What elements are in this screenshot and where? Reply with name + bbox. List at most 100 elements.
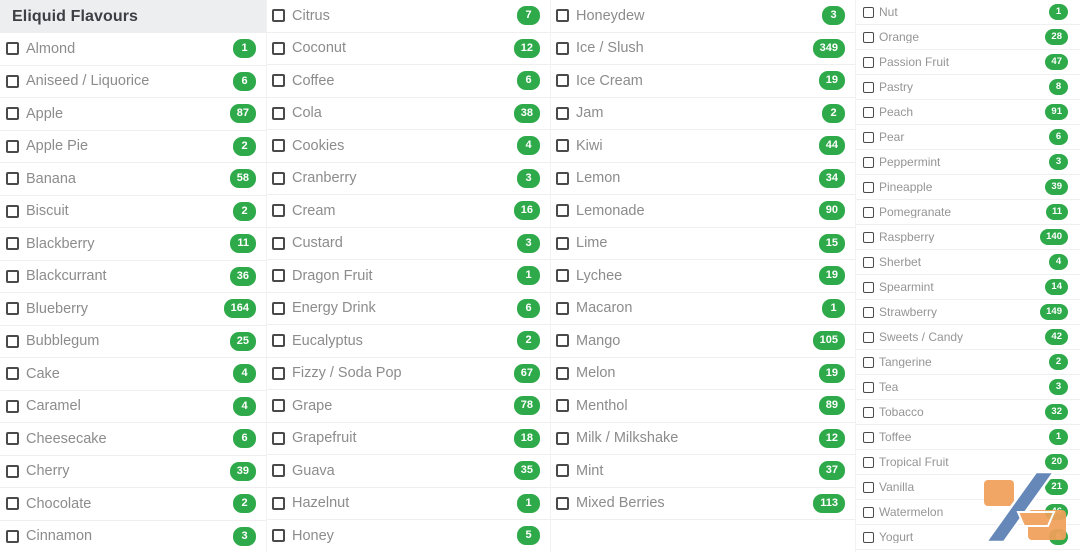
flavour-row[interactable]: Spearmint 14 <box>855 275 1080 300</box>
checkbox-unchecked-icon[interactable] <box>863 156 874 168</box>
checkbox-unchecked-icon[interactable] <box>556 204 569 218</box>
checkbox-unchecked-icon[interactable] <box>556 496 569 510</box>
checkbox-unchecked-icon[interactable] <box>863 431 874 443</box>
checkbox-unchecked-icon[interactable] <box>556 464 569 478</box>
checkbox-unchecked-icon[interactable] <box>863 206 874 218</box>
flavour-row[interactable]: Pineapple 39 <box>855 175 1080 200</box>
checkbox-unchecked-icon[interactable] <box>556 334 569 348</box>
checkbox-unchecked-icon[interactable] <box>6 74 19 88</box>
checkbox-unchecked-icon[interactable] <box>556 106 569 120</box>
flavour-row[interactable]: Honeydew 3 <box>550 0 855 33</box>
checkbox-unchecked-icon[interactable] <box>556 301 569 315</box>
checkbox-unchecked-icon[interactable] <box>863 106 874 118</box>
checkbox-unchecked-icon[interactable] <box>863 6 874 18</box>
flavour-row[interactable]: Grape 78 <box>266 390 550 423</box>
flavour-row[interactable]: Chocolate 2 <box>0 488 266 521</box>
flavour-row[interactable]: Fizzy / Soda Pop 67 <box>266 358 550 390</box>
checkbox-unchecked-icon[interactable] <box>863 231 874 243</box>
flavour-row[interactable]: Yogurt 6 <box>855 525 1080 550</box>
flavour-row[interactable]: Cherry 39 <box>0 456 266 488</box>
checkbox-unchecked-icon[interactable] <box>6 302 19 316</box>
flavour-row[interactable]: Jam 2 <box>550 98 855 130</box>
flavour-row[interactable]: Lemonade 90 <box>550 195 855 228</box>
checkbox-unchecked-icon[interactable] <box>6 497 19 511</box>
flavour-row[interactable]: Mixed Berries 113 <box>550 488 855 520</box>
flavour-row[interactable]: Mint 37 <box>550 455 855 488</box>
flavour-row[interactable]: Pear 6 <box>855 125 1080 150</box>
flavour-row[interactable]: Blackcurrant 36 <box>0 261 266 293</box>
flavour-row[interactable]: Dragon Fruit 1 <box>266 260 550 293</box>
checkbox-unchecked-icon[interactable] <box>272 41 285 55</box>
flavour-row[interactable]: Tropical Fruit 20 <box>855 450 1080 475</box>
flavour-row[interactable]: Sweets / Candy 42 <box>855 325 1080 350</box>
checkbox-unchecked-icon[interactable] <box>863 56 874 68</box>
flavour-row[interactable]: Almond 1 <box>0 33 266 66</box>
flavour-row[interactable]: Cookies 4 <box>266 130 550 163</box>
flavour-row[interactable]: Cheesecake 6 <box>0 423 266 456</box>
flavour-row[interactable]: Lime 15 <box>550 228 855 260</box>
flavour-row[interactable]: Raspberry 140 <box>855 225 1080 250</box>
checkbox-unchecked-icon[interactable] <box>863 506 874 518</box>
flavour-row[interactable]: Pastry 8 <box>855 75 1080 100</box>
flavour-row[interactable]: Coffee 6 <box>266 65 550 98</box>
checkbox-unchecked-icon[interactable] <box>863 406 874 418</box>
flavour-row[interactable]: Blackberry 11 <box>0 228 266 261</box>
checkbox-unchecked-icon[interactable] <box>272 529 285 543</box>
checkbox-unchecked-icon[interactable] <box>6 139 19 153</box>
flavour-row[interactable]: Hazelnut 1 <box>266 488 550 520</box>
flavour-row[interactable]: Citrus 7 <box>266 0 550 33</box>
checkbox-unchecked-icon[interactable] <box>6 399 19 413</box>
flavour-row[interactable]: Banana 58 <box>0 163 266 196</box>
flavour-row[interactable]: Sherbet 4 <box>855 250 1080 275</box>
checkbox-unchecked-icon[interactable] <box>6 432 19 446</box>
checkbox-unchecked-icon[interactable] <box>863 456 874 468</box>
flavour-row[interactable]: Mango 105 <box>550 325 855 358</box>
checkbox-unchecked-icon[interactable] <box>6 464 19 478</box>
checkbox-unchecked-icon[interactable] <box>863 531 874 543</box>
flavour-row[interactable]: Toffee 1 <box>855 425 1080 450</box>
flavour-row[interactable]: Milk / Milkshake 12 <box>550 423 855 455</box>
checkbox-unchecked-icon[interactable] <box>272 366 285 380</box>
flavour-row[interactable]: Vanilla 21 <box>855 475 1080 500</box>
checkbox-unchecked-icon[interactable] <box>863 356 874 368</box>
checkbox-unchecked-icon[interactable] <box>556 9 569 23</box>
flavour-row[interactable]: Tobacco 32 <box>855 400 1080 425</box>
checkbox-unchecked-icon[interactable] <box>863 131 874 143</box>
flavour-row[interactable]: Cake 4 <box>0 358 266 391</box>
checkbox-unchecked-icon[interactable] <box>556 399 569 413</box>
flavour-row[interactable]: Energy Drink 6 <box>266 293 550 325</box>
flavour-row[interactable]: Grapefruit 18 <box>266 423 550 455</box>
flavour-row[interactable]: Cola 38 <box>266 98 550 130</box>
flavour-row[interactable]: Kiwi 44 <box>550 130 855 163</box>
checkbox-unchecked-icon[interactable] <box>272 204 285 218</box>
flavour-row[interactable]: Peppermint 3 <box>855 150 1080 175</box>
checkbox-unchecked-icon[interactable] <box>272 496 285 510</box>
checkbox-unchecked-icon[interactable] <box>272 301 285 315</box>
flavour-row[interactable]: Apple Pie 2 <box>0 131 266 163</box>
checkbox-unchecked-icon[interactable] <box>6 529 19 543</box>
flavour-row[interactable]: Nut 1 <box>855 0 1080 25</box>
flavour-row[interactable]: Tangerine 2 <box>855 350 1080 375</box>
checkbox-unchecked-icon[interactable] <box>6 172 19 186</box>
flavour-row[interactable]: Tea 3 <box>855 375 1080 400</box>
flavour-row[interactable]: Eucalyptus 2 <box>266 325 550 358</box>
flavour-row[interactable]: Coconut 12 <box>266 33 550 65</box>
flavour-row[interactable]: Watermelon 46 <box>855 500 1080 525</box>
flavour-row[interactable]: Melon 19 <box>550 358 855 390</box>
flavour-row[interactable]: Biscuit 2 <box>0 196 266 228</box>
flavour-row[interactable]: Cinnamon 3 <box>0 521 266 552</box>
flavour-row[interactable]: Lemon 34 <box>550 163 855 195</box>
flavour-row[interactable]: Strawberry 149 <box>855 300 1080 325</box>
flavour-row[interactable]: Menthol 89 <box>550 390 855 423</box>
flavour-row[interactable]: Pomegranate 11 <box>855 200 1080 225</box>
flavour-row[interactable]: Passion Fruit 47 <box>855 50 1080 75</box>
flavour-row[interactable]: Ice / Slush 349 <box>550 33 855 65</box>
checkbox-unchecked-icon[interactable] <box>556 74 569 88</box>
checkbox-unchecked-icon[interactable] <box>863 181 874 193</box>
checkbox-unchecked-icon[interactable] <box>556 236 569 250</box>
checkbox-unchecked-icon[interactable] <box>863 256 874 268</box>
checkbox-unchecked-icon[interactable] <box>6 107 19 121</box>
checkbox-unchecked-icon[interactable] <box>556 171 569 185</box>
checkbox-unchecked-icon[interactable] <box>863 306 874 318</box>
flavour-row[interactable]: Aniseed / Liquorice 6 <box>0 66 266 98</box>
